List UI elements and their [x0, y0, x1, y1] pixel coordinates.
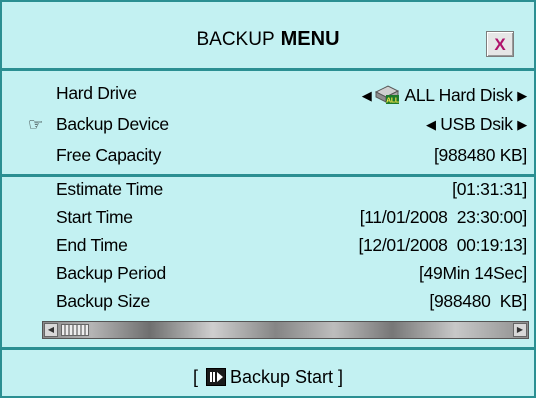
start-time-label: Start Time	[56, 207, 133, 227]
estimate-time-label: Estimate Time	[56, 179, 163, 199]
hard-disk-icon: ALL	[374, 83, 401, 105]
backup-size-label: Backup Size	[56, 291, 150, 311]
scroll-left-icon[interactable]: ◀	[44, 323, 58, 337]
info-row: Start Time [11/01/2008 23:30:00]	[2, 207, 534, 231]
device-settings: Hard Drive ◀ ALL ALL Hard Disk ▶ ☞ Backup …	[2, 71, 534, 177]
close-button[interactable]: X	[486, 31, 514, 57]
menu-title: BACKUP MENU	[2, 28, 534, 51]
arrow-left-icon[interactable]: ◀	[426, 117, 436, 132]
backup-menu-window: BACKUP MENU X Hard Drive ◀ ALL ALL Hard Dis…	[0, 0, 536, 398]
backup-device-row[interactable]: ☞ Backup Device ◀ USB Dsik ▶	[2, 114, 534, 138]
end-time-value: [12/01/2008 00:19:13]	[358, 235, 527, 255]
close-icon: X	[494, 34, 506, 54]
info-row: Backup Period [49Min 14Sec]	[2, 263, 534, 287]
info-row: Backup Size [988480 KB]	[2, 291, 534, 315]
estimate-time-value: [01:31:31]	[452, 179, 527, 199]
free-capacity-value: [988480 KB]	[433, 145, 527, 165]
backup-device-selector[interactable]: ◀ USB Dsik ▶	[426, 114, 527, 135]
backup-info: Estimate Time [01:31:31] Start Time [11/…	[2, 177, 534, 350]
bracket-open: [	[192, 367, 198, 387]
footer: [ Backup Start ]	[2, 350, 534, 396]
backup-period-value: [49Min 14Sec]	[419, 263, 527, 283]
title-bold: MENU	[280, 28, 340, 50]
free-capacity-label: Free Capacity	[56, 145, 162, 165]
play-pause-icon	[205, 368, 226, 386]
backup-start-label: Backup Start ]	[229, 367, 344, 387]
free-capacity-row: Free Capacity [988480 KB]	[2, 145, 534, 169]
backup-device-value: USB Dsik	[440, 114, 513, 134]
pointer-hand-icon: ☞	[28, 115, 43, 134]
arrow-right-icon[interactable]: ▶	[517, 88, 527, 103]
arrow-left-icon[interactable]: ◀	[362, 88, 372, 103]
scroll-right-icon[interactable]: ▶	[513, 323, 527, 337]
hard-drive-label: Hard Drive	[56, 83, 137, 103]
hard-drive-value: ALL Hard Disk	[404, 85, 513, 105]
backup-start-button[interactable]: [ Backup Start ]	[2, 367, 534, 388]
scroll-thumb[interactable]	[61, 324, 89, 336]
backup-size-value: [988480 KB]	[429, 291, 527, 311]
info-row: End Time [12/01/2008 00:19:13]	[2, 235, 534, 259]
backup-device-label: Backup Device	[56, 114, 169, 134]
title-normal: BACKUP	[196, 29, 275, 50]
menu-header: BACKUP MENU X	[2, 2, 534, 71]
svg-text:ALL: ALL	[387, 98, 401, 105]
start-time-value: [11/01/2008 23:30:00]	[359, 207, 528, 227]
horizontal-scrollbar[interactable]: ◀ ▶	[42, 321, 529, 339]
arrow-right-icon[interactable]: ▶	[517, 117, 527, 132]
hard-drive-row[interactable]: Hard Drive ◀ ALL ALL Hard Disk ▶	[2, 83, 534, 107]
end-time-label: End Time	[56, 235, 128, 255]
info-row: Estimate Time [01:31:31]	[2, 179, 534, 203]
backup-period-label: Backup Period	[56, 263, 166, 283]
hard-drive-selector[interactable]: ◀ ALL ALL Hard Disk ▶	[362, 83, 528, 106]
